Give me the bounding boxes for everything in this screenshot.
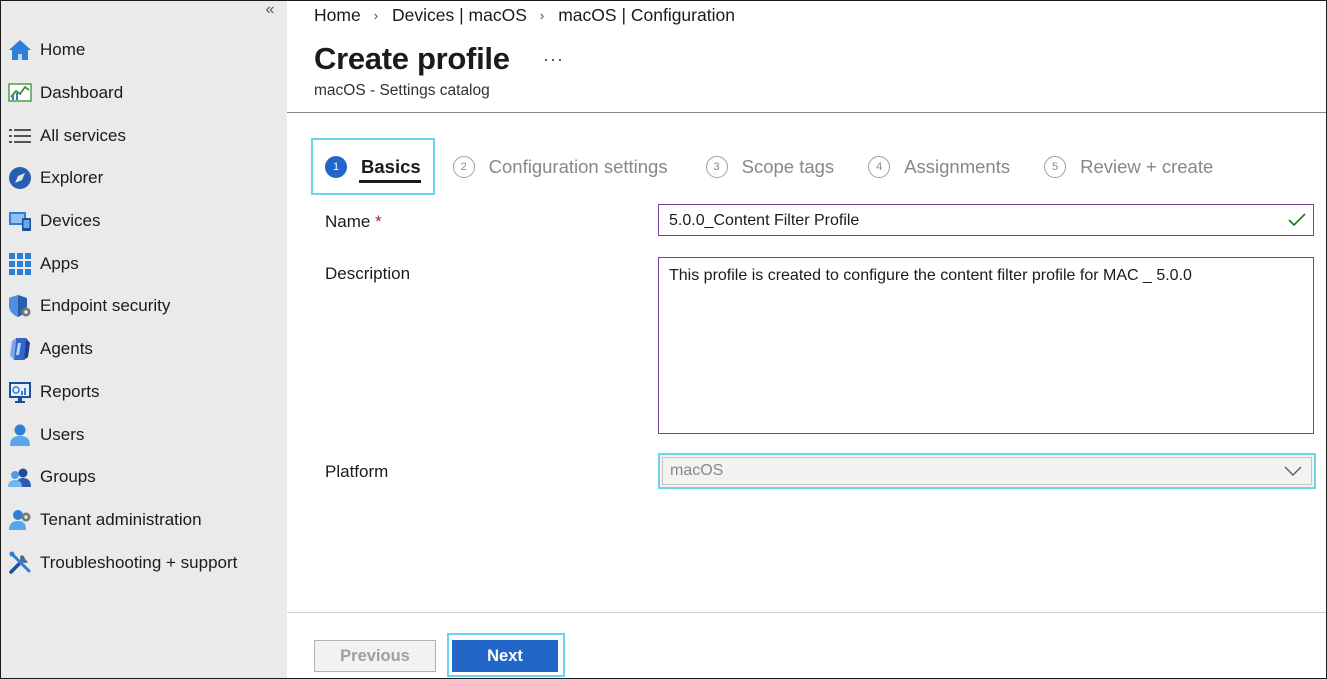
page-title: Create profile (314, 41, 510, 76)
dashboard-icon (7, 80, 33, 106)
tools-icon (7, 550, 33, 576)
platform-label: Platform (325, 462, 389, 481)
sidebar-item-label: Tenant administration (40, 509, 202, 529)
required-marker: * (375, 212, 382, 231)
step-label: Review + create (1080, 155, 1214, 177)
sidebar-item-agents[interactable]: Agents (1, 328, 287, 371)
step-review-create[interactable]: 5 Review + create (1032, 138, 1225, 195)
user-icon (7, 422, 33, 448)
tenant-admin-icon (7, 507, 33, 533)
sidebar-item-label: Home (40, 40, 86, 60)
sidebar-item-devices[interactable]: Devices (1, 200, 287, 243)
step-number: 1 (325, 155, 347, 178)
devices-icon (7, 208, 33, 234)
more-options-button[interactable]: ··· (543, 49, 564, 70)
description-label: Description (325, 264, 411, 283)
sidebar-item-all-services[interactable]: All services (1, 114, 287, 157)
sidebar: « Home Dashboard All services Explorer D… (1, 1, 287, 678)
breadcrumb-separator: › (373, 8, 379, 23)
sidebar-item-dashboard[interactable]: Dashboard (1, 72, 287, 115)
sidebar-item-label: Devices (40, 211, 101, 231)
sidebar-nav: Home Dashboard All services Explorer Dev… (1, 29, 287, 584)
sidebar-item-label: Troubleshooting + support (40, 552, 238, 572)
sidebar-item-users[interactable]: Users (1, 413, 287, 456)
main-content: Home › Devices | macOS › macOS | Configu… (287, 1, 1326, 678)
sidebar-item-label: All services (40, 125, 126, 145)
breadcrumb-macos-configuration[interactable]: macOS | Configuration (558, 5, 735, 26)
header-divider (287, 112, 1326, 113)
breadcrumb-home[interactable]: Home (314, 5, 361, 26)
sidebar-item-label: Groups (40, 467, 96, 487)
step-number: 5 (1044, 155, 1067, 178)
platform-select[interactable]: macOS (658, 453, 1316, 489)
name-input-value: 5.0.0_Content Filter Profile (669, 212, 860, 229)
name-label: Name * (325, 212, 382, 232)
step-scope-tags[interactable]: 3 Scope tags (694, 138, 847, 195)
sidebar-item-reports[interactable]: Reports (1, 371, 287, 414)
breadcrumb-separator: › (539, 8, 545, 23)
active-step-underline (359, 180, 421, 183)
previous-button[interactable]: Previous (314, 640, 436, 672)
sidebar-item-endpoint-security[interactable]: Endpoint security (1, 285, 287, 328)
shield-gear-icon (7, 293, 33, 319)
sidebar-item-troubleshooting-support[interactable]: Troubleshooting + support (1, 541, 287, 584)
step-label: Configuration settings (488, 155, 668, 177)
step-label: Assignments (904, 155, 1011, 177)
wizard-steps: 1 Basics 2 Configuration settings 3 Scop… (311, 138, 1225, 196)
sidebar-item-label: Reports (40, 381, 100, 401)
agents-icon (7, 336, 33, 362)
platform-select-value: macOS (670, 462, 724, 479)
collapse-sidebar-button[interactable]: « (260, 1, 280, 21)
sidebar-item-tenant-administration[interactable]: Tenant administration (1, 499, 287, 542)
sidebar-item-home[interactable]: Home (1, 29, 287, 72)
step-label: Basics (361, 155, 421, 177)
sidebar-item-label: Explorer (40, 168, 104, 188)
groups-icon (7, 464, 33, 490)
page-subtitle: macOS - Settings catalog (314, 82, 490, 99)
step-number: 2 (452, 155, 475, 178)
sidebar-item-apps[interactable]: Apps (1, 242, 287, 285)
platform-select-inner-border (662, 457, 1312, 485)
description-value: This profile is created to configure the… (669, 267, 1192, 284)
sidebar-item-explorer[interactable]: Explorer (1, 157, 287, 200)
home-icon (7, 37, 33, 63)
step-basics[interactable]: 1 Basics (311, 138, 435, 195)
sidebar-item-label: Dashboard (40, 83, 124, 103)
explorer-icon (7, 165, 33, 191)
step-label: Scope tags (741, 155, 835, 177)
checkmark-icon (1288, 213, 1306, 227)
app-window: « Home Dashboard All services Explorer D… (0, 0, 1327, 679)
next-button[interactable]: Next (452, 640, 558, 672)
apps-grid-icon (7, 251, 33, 277)
breadcrumb: Home › Devices | macOS › macOS | Configu… (314, 5, 735, 26)
footer-divider (287, 612, 1326, 613)
step-configuration-settings[interactable]: 2 Configuration settings (441, 138, 680, 195)
step-number: 3 (705, 155, 728, 178)
name-input[interactable]: 5.0.0_Content Filter Profile (658, 204, 1314, 236)
sidebar-item-label: Users (40, 424, 85, 444)
description-textarea[interactable]: This profile is created to configure the… (658, 257, 1314, 434)
sidebar-item-label: Apps (40, 253, 79, 273)
reports-icon (7, 379, 33, 405)
name-label-text: Name (325, 212, 371, 231)
step-number: 4 (868, 155, 891, 178)
chevron-down-icon (1284, 466, 1302, 476)
breadcrumb-devices-macos[interactable]: Devices | macOS (392, 5, 527, 26)
sidebar-item-groups[interactable]: Groups (1, 456, 287, 499)
list-icon (7, 123, 33, 149)
sidebar-item-label: Endpoint security (40, 296, 171, 316)
sidebar-item-label: Agents (40, 339, 93, 359)
step-assignments[interactable]: 4 Assignments (856, 138, 1022, 195)
